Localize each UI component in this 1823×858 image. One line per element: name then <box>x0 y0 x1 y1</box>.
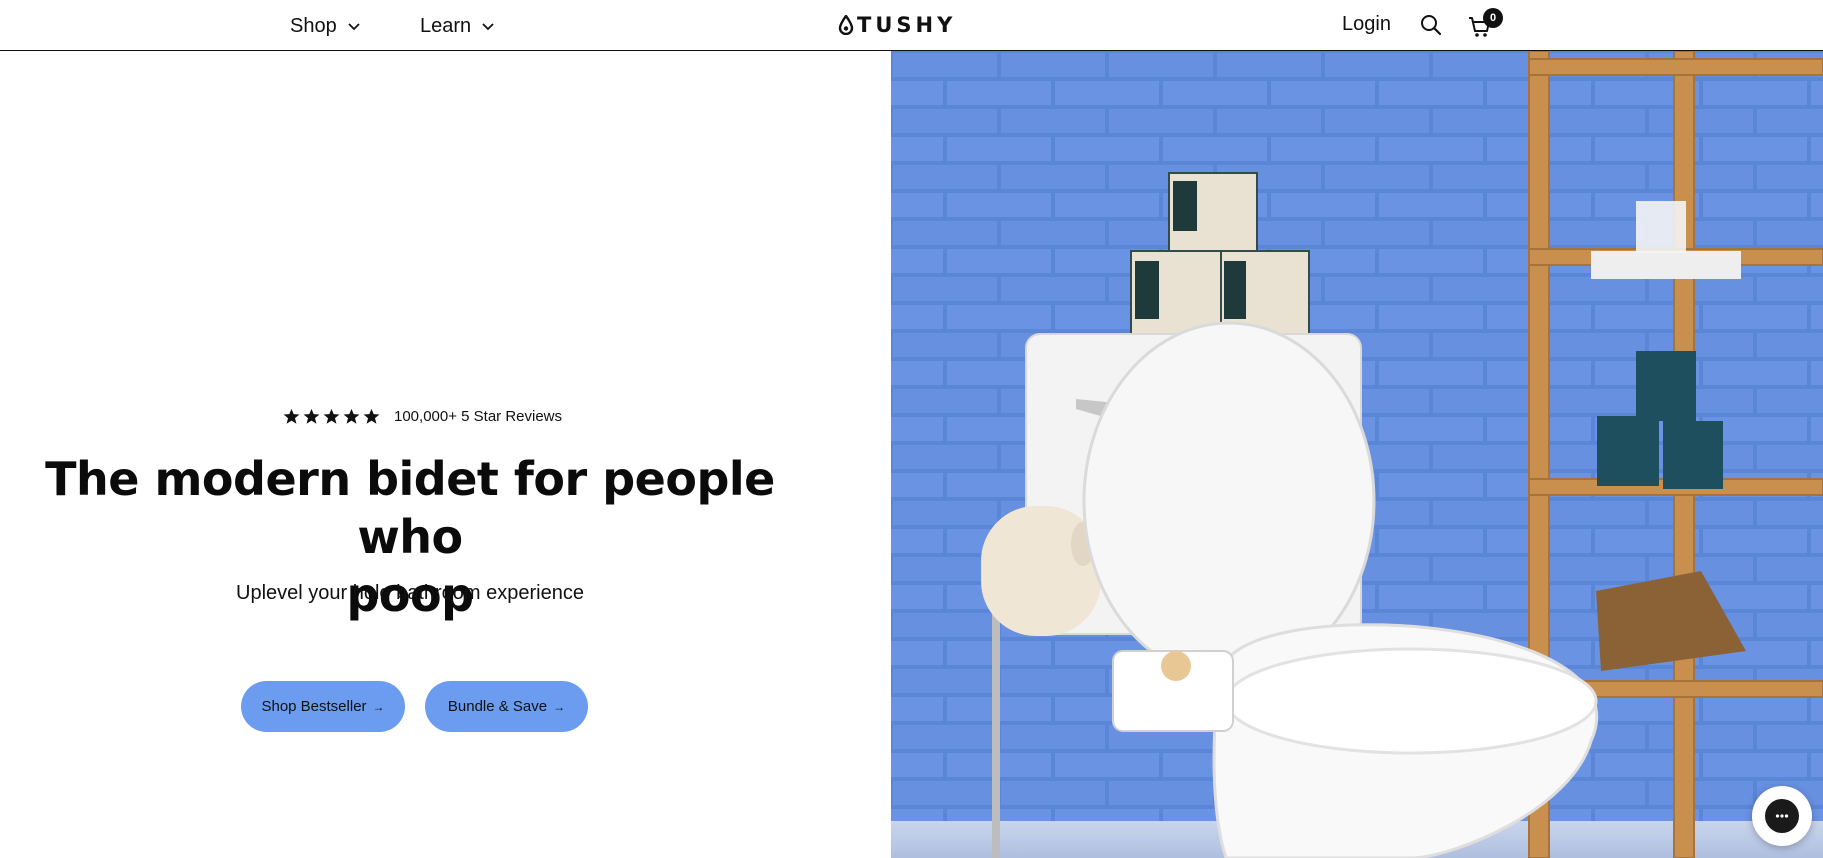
star-icon <box>283 408 300 424</box>
chevron-down-icon <box>348 23 360 31</box>
logo-text: TUSHY <box>857 13 957 37</box>
chat-button[interactable] <box>1752 786 1812 846</box>
chevron-down-icon <box>482 23 494 31</box>
nav-learn[interactable]: Learn <box>420 13 495 39</box>
cart-count-badge: 0 <box>1483 8 1503 28</box>
hero-headline-line1: The modern bidet for people who <box>45 452 775 564</box>
logo-drop-icon <box>838 15 854 35</box>
hero-subhead: Uplevel your hole bathroom experience <box>236 582 584 604</box>
bundle-save-label: Bundle & Save <box>447 698 548 715</box>
nav-shop[interactable]: Shop <box>290 13 361 39</box>
site-logo[interactable]: TUSHY <box>838 11 956 39</box>
arrow-right-icon: → <box>372 699 385 714</box>
bundle-save-button[interactable]: Bundle & Save → <box>425 681 588 732</box>
site-header: Shop Learn TUSHY Login 0 <box>0 0 1823 51</box>
star-icon <box>323 408 340 424</box>
nav-learn-label: Learn <box>420 14 472 37</box>
bathroom-scene-illustration <box>891 51 1823 858</box>
shop-bestseller-label: Shop Bestseller <box>261 698 367 715</box>
rating-text: 100,000+ 5 Star Reviews <box>394 408 563 425</box>
rating-summary: 100,000+ 5 Star Reviews <box>283 408 562 425</box>
star-icon <box>303 408 320 424</box>
rating-stars <box>283 408 380 425</box>
nav-shop-label: Shop <box>290 14 337 37</box>
search-icon[interactable] <box>1420 14 1442 36</box>
login-link[interactable]: Login <box>1342 13 1391 36</box>
shop-bestseller-button[interactable]: Shop Bestseller → <box>241 681 405 732</box>
star-icon <box>363 408 380 424</box>
hero-image <box>891 51 1823 858</box>
cart-button[interactable]: 0 <box>1468 8 1508 41</box>
star-icon <box>343 408 360 424</box>
chat-icon <box>1765 799 1799 833</box>
arrow-right-icon: → <box>553 699 566 714</box>
